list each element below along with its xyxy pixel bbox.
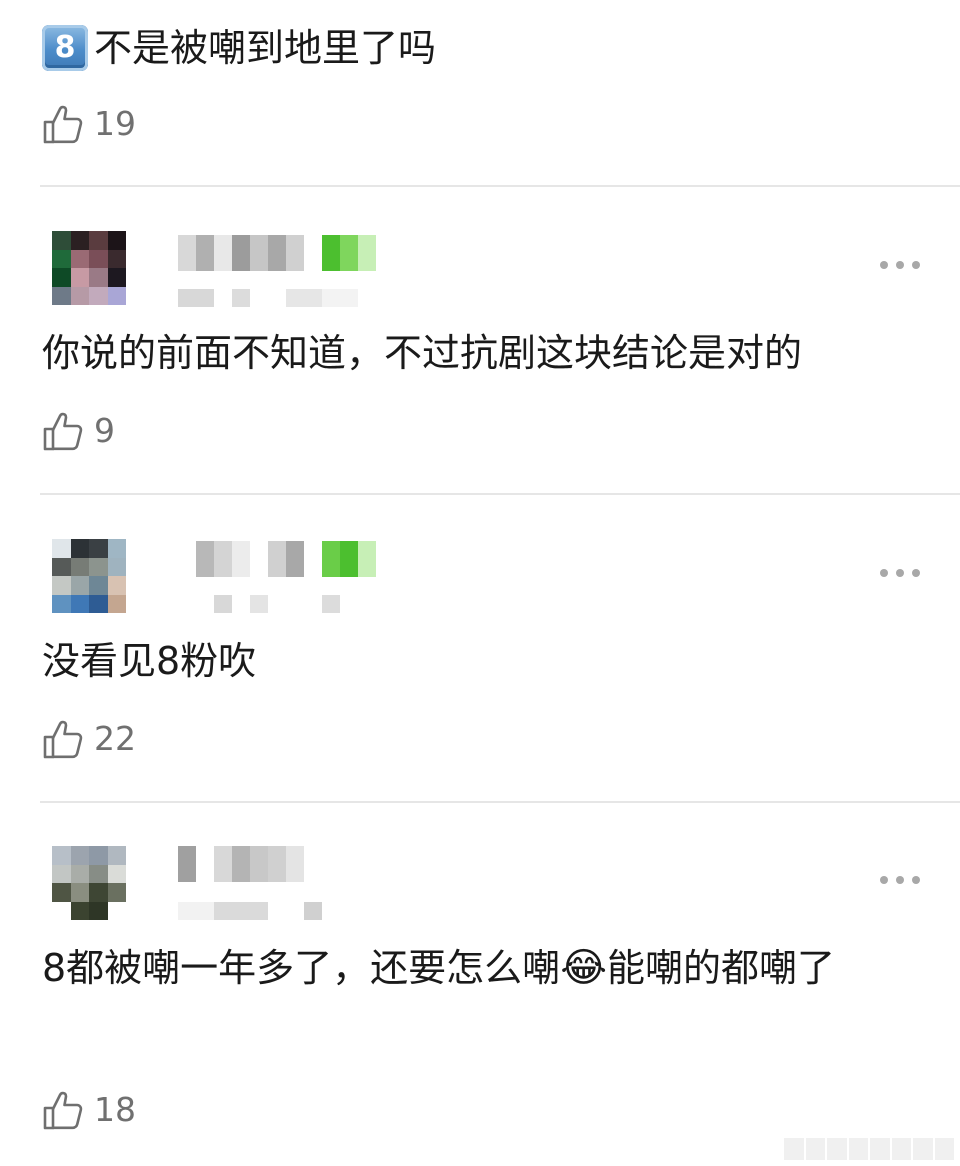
comment-text-body: 不是被嘲到地里了吗 xyxy=(94,26,437,70)
more-horizontal-icon xyxy=(896,569,904,577)
thumbs-up-icon xyxy=(43,105,83,144)
more-horizontal-icon xyxy=(912,569,920,577)
like-button[interactable]: 22 xyxy=(42,717,136,761)
more-horizontal-icon xyxy=(880,876,888,884)
comment-text: 8都被嘲一年多了，还要怎么嘲😂能嘲的都嘲了 xyxy=(42,938,922,998)
more-horizontal-icon xyxy=(880,261,888,269)
comment-text-part: 能嘲的都嘲了 xyxy=(606,946,835,990)
thumbs-up-icon xyxy=(43,720,83,759)
like-button[interactable]: 19 xyxy=(42,102,136,146)
like-count: 9 xyxy=(94,411,115,450)
comment-item: 8都被嘲一年多了，还要怎么嘲😂能嘲的都嘲了 18 xyxy=(0,846,960,1156)
like-count: 18 xyxy=(94,1090,136,1129)
avatar[interactable] xyxy=(52,846,126,920)
tears-of-joy-emoji: 😂 xyxy=(560,945,607,991)
keycap-8-icon: 8 xyxy=(42,25,88,71)
more-options-button[interactable] xyxy=(880,565,920,581)
comment-text: 你说的前面不知道，不过抗剧这块结论是对的 xyxy=(42,331,803,375)
divider xyxy=(40,493,960,495)
like-count: 22 xyxy=(94,719,136,758)
comment-text-part: 8都被嘲一年多了，还要怎么嘲 xyxy=(42,946,561,990)
thumbs-up-icon xyxy=(43,1091,83,1130)
more-options-button[interactable] xyxy=(880,872,920,888)
comment-meta xyxy=(178,902,378,920)
avatar[interactable] xyxy=(52,231,126,305)
comment-meta xyxy=(178,289,378,307)
like-button[interactable]: 9 xyxy=(42,409,115,453)
comment-item: 你说的前面不知道，不过抗剧这块结论是对的 9 xyxy=(0,231,960,493)
more-options-button[interactable] xyxy=(880,257,920,273)
divider xyxy=(40,801,960,803)
more-horizontal-icon xyxy=(896,876,904,884)
divider xyxy=(40,185,960,187)
comment-text: 没看见8粉吹 xyxy=(42,639,257,683)
more-horizontal-icon xyxy=(880,569,888,577)
avatar[interactable] xyxy=(52,539,126,613)
comment-item-top: 8 不是被嘲到地里了吗 19 xyxy=(0,0,960,186)
username[interactable] xyxy=(178,235,408,271)
comment-meta xyxy=(178,595,378,613)
username[interactable] xyxy=(178,541,408,577)
comment-text: 8 不是被嘲到地里了吗 xyxy=(42,20,436,76)
more-horizontal-icon xyxy=(896,261,904,269)
username[interactable] xyxy=(178,846,408,882)
more-horizontal-icon xyxy=(912,261,920,269)
thumbs-up-icon xyxy=(43,412,83,451)
comment-item: 没看见8粉吹 22 xyxy=(0,539,960,801)
like-count: 19 xyxy=(94,104,136,143)
watermark xyxy=(784,1138,954,1160)
more-horizontal-icon xyxy=(912,876,920,884)
like-button[interactable]: 18 xyxy=(42,1088,136,1132)
